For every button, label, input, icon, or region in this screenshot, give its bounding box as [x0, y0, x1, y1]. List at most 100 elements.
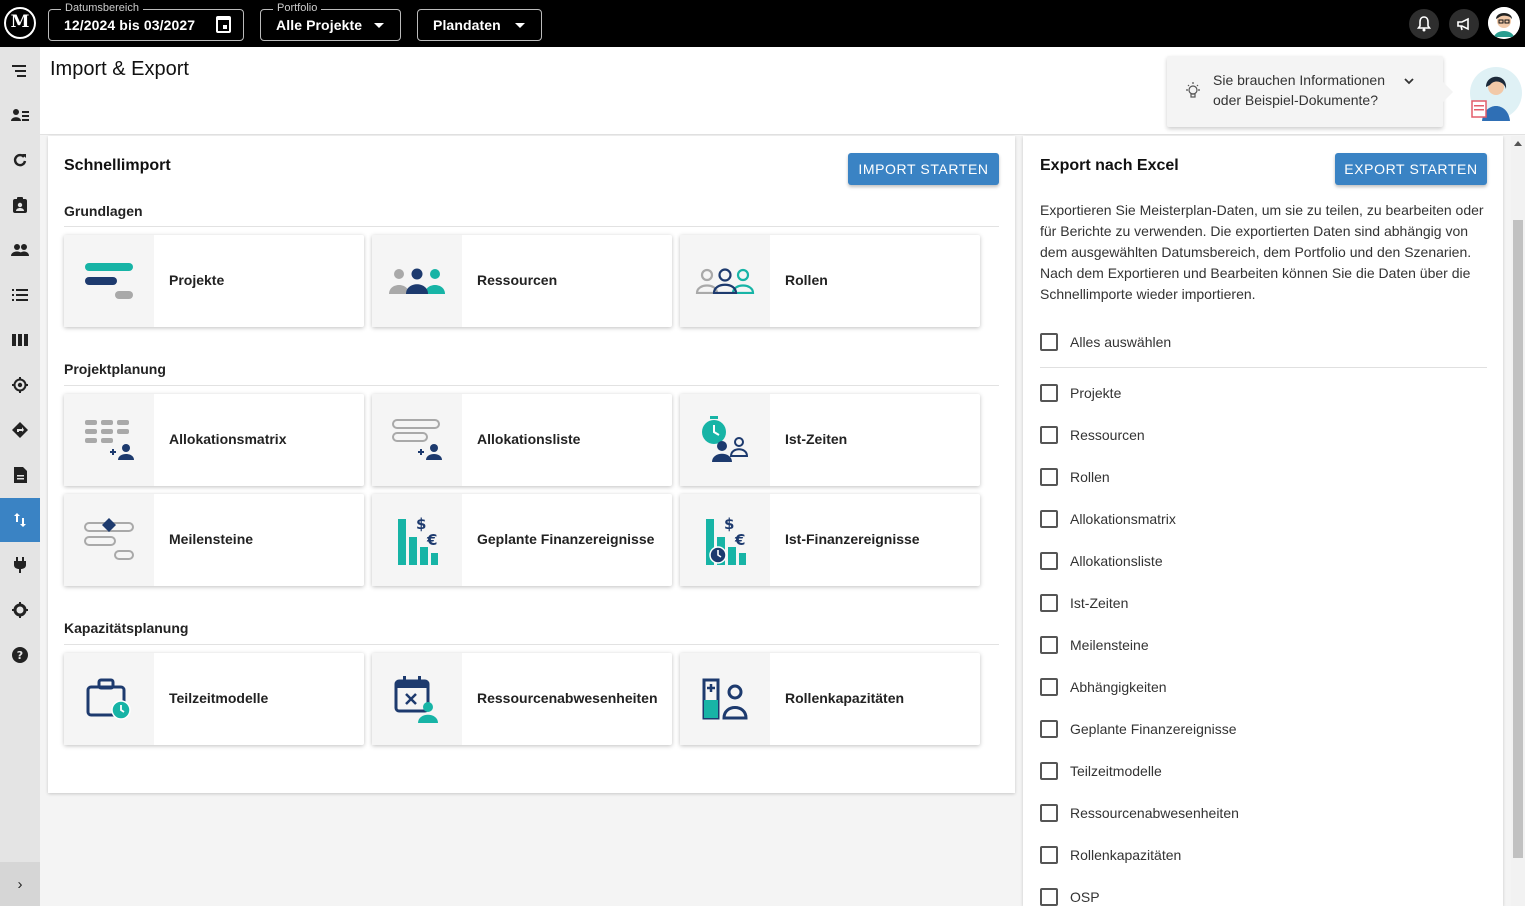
notifications-button[interactable]: [1409, 9, 1439, 39]
checkbox-export-option[interactable]: Ist-Zeiten: [1040, 593, 1128, 613]
chevron-down-icon[interactable]: [1403, 78, 1415, 86]
checkbox-label: Geplante Finanzereignisse: [1070, 721, 1237, 737]
sidebar-item-import-export[interactable]: [0, 498, 40, 542]
divider: [64, 644, 999, 645]
checkbox-select-all[interactable]: Alles auswählen: [1040, 332, 1171, 352]
meisterplan-logo[interactable]: M: [4, 7, 36, 39]
sidebar-item-refresh[interactable]: [0, 138, 40, 182]
divider: [64, 226, 999, 227]
calendar-icon[interactable]: [216, 16, 231, 33]
date-range-picker[interactable]: Datumsbereich 12/2024 bis 03/2027: [48, 1, 244, 41]
checkbox[interactable]: [1040, 333, 1058, 351]
checkbox[interactable]: [1040, 846, 1058, 864]
checkbox[interactable]: [1040, 678, 1058, 696]
sidebar-item-settings[interactable]: [0, 588, 40, 632]
divider: [64, 385, 999, 386]
tile-label: Allokationsliste: [477, 431, 581, 447]
checkbox[interactable]: [1040, 594, 1058, 612]
announcements-button[interactable]: [1449, 9, 1479, 39]
import-tile-milestones[interactable]: Meilensteine: [64, 494, 364, 586]
sidebar-item-target[interactable]: [0, 363, 40, 407]
scenario-select[interactable]: Plandaten: [417, 9, 542, 41]
import-tile-role-capacities[interactable]: Rollenkapazitäten: [680, 653, 980, 745]
scenario-value: Plandaten: [433, 17, 501, 33]
checkbox-label: Projekte: [1070, 385, 1122, 401]
scroll-up-arrow-icon[interactable]: [1514, 141, 1522, 146]
checkbox-export-option[interactable]: Rollenkapazitäten: [1040, 845, 1181, 865]
checkbox[interactable]: [1040, 510, 1058, 528]
sidebar-expand-button[interactable]: ›: [0, 862, 40, 906]
checkbox-export-option[interactable]: Abhängigkeiten: [1040, 677, 1167, 697]
tile-label: Ist-Finanzereignisse: [785, 531, 920, 547]
document-icon: [13, 467, 27, 483]
checkbox-export-option[interactable]: Allokationsliste: [1040, 551, 1163, 571]
checkbox[interactable]: [1040, 384, 1058, 402]
checkbox[interactable]: [1040, 888, 1058, 906]
checkbox[interactable]: [1040, 552, 1058, 570]
checkbox-export-option[interactable]: Meilensteine: [1040, 635, 1149, 655]
tile-label: Allokationsmatrix: [169, 431, 287, 447]
sidebar-item-integrations[interactable]: [0, 543, 40, 587]
checkbox-export-option[interactable]: Ressourcen: [1040, 425, 1145, 445]
checkbox-label: Allokationsmatrix: [1070, 511, 1176, 527]
import-tile-resources[interactable]: Ressourcen: [372, 235, 672, 327]
checkbox-label: Ist-Zeiten: [1070, 595, 1129, 611]
portfolio-select[interactable]: Portfolio Alle Projekte: [260, 1, 401, 41]
people-icon: [11, 244, 29, 256]
checkbox-export-option[interactable]: Geplante Finanzereignisse: [1040, 719, 1237, 739]
sidebar-item-people[interactable]: [0, 228, 40, 272]
import-tile-allocation-list[interactable]: Allokationsliste: [372, 394, 672, 486]
vertical-scrollbar[interactable]: [1511, 136, 1525, 906]
import-tile-resource-absences[interactable]: Ressourcenabwesenheiten: [372, 653, 672, 745]
user-avatar[interactable]: [1488, 7, 1520, 39]
checkbox[interactable]: [1040, 762, 1058, 780]
checkbox-export-option[interactable]: Teilzeitmodelle: [1040, 761, 1162, 781]
checkbox[interactable]: [1040, 426, 1058, 444]
checkbox-export-option[interactable]: Rollen: [1040, 467, 1110, 487]
calendar-absence-icon: [394, 676, 438, 723]
checkbox[interactable]: [1040, 468, 1058, 486]
checkbox-label: Abhängigkeiten: [1070, 679, 1167, 695]
export-start-button[interactable]: EXPORT STARTEN: [1335, 153, 1487, 185]
planned-financials-icon: $€: [398, 515, 438, 565]
sidebar-item-resources[interactable]: [0, 93, 40, 137]
page-header: Import & Export Sie brauchen Information…: [40, 47, 1525, 135]
excel-export-panel: Export nach Excel EXPORT STARTEN Exporti…: [1023, 136, 1503, 906]
checkbox-label: Rollen: [1070, 469, 1110, 485]
import-start-button[interactable]: IMPORT STARTEN: [848, 153, 999, 185]
sidebar-item-badge[interactable]: [0, 183, 40, 227]
route-icon: [12, 422, 28, 438]
checkbox-export-option[interactable]: Allokationsmatrix: [1040, 509, 1176, 529]
import-tile-roles[interactable]: Rollen: [680, 235, 980, 327]
import-tile-allocation-matrix[interactable]: Allokationsmatrix: [64, 394, 364, 486]
help-info-text: Sie brauchen Informationen oder Beispiel…: [1213, 72, 1385, 108]
refresh-icon: [13, 153, 27, 167]
tile-label: Geplante Finanzereignisse: [477, 531, 655, 547]
columns-icon: [12, 334, 28, 346]
import-tile-planned-financials[interactable]: $ € Geplante Finanzereignisse: [372, 494, 672, 586]
sidebar-item-board[interactable]: [0, 318, 40, 362]
chevron-down-icon: [374, 23, 384, 28]
milestones-icon: [84, 518, 134, 560]
import-tile-actual-times[interactable]: Ist-Zeiten: [680, 394, 980, 486]
scrollbar-thumb[interactable]: [1513, 220, 1523, 858]
checkbox-export-option[interactable]: OSP: [1040, 887, 1100, 906]
export-description: Exportieren Sie Meisterplan-Daten, um si…: [1040, 202, 1484, 302]
settings-icon: [12, 602, 28, 618]
checkbox[interactable]: [1040, 636, 1058, 654]
import-tile-part-time-models[interactable]: Teilzeitmodelle: [64, 653, 364, 745]
import-tile-actual-financials[interactable]: $ € Ist-Finanzereignisse: [680, 494, 980, 586]
checkbox-export-option[interactable]: Ressourcenabwesenheiten: [1040, 803, 1239, 823]
sidebar-item-menu[interactable]: [0, 49, 40, 93]
sidebar-item-help[interactable]: ?: [0, 633, 40, 677]
sidebar-item-route[interactable]: [0, 408, 40, 452]
checkbox[interactable]: [1040, 720, 1058, 738]
checkbox-export-option[interactable]: Projekte: [1040, 383, 1121, 403]
import-tile-projects[interactable]: Projekte: [64, 235, 364, 327]
checkbox[interactable]: [1040, 804, 1058, 822]
sidebar-item-list[interactable]: [0, 273, 40, 317]
divider: [1040, 367, 1487, 368]
help-info-card[interactable]: Sie brauchen Informationen oder Beispiel…: [1167, 56, 1453, 127]
section-title-basics: Grundlagen: [64, 203, 143, 219]
sidebar-item-documents[interactable]: [0, 453, 40, 497]
